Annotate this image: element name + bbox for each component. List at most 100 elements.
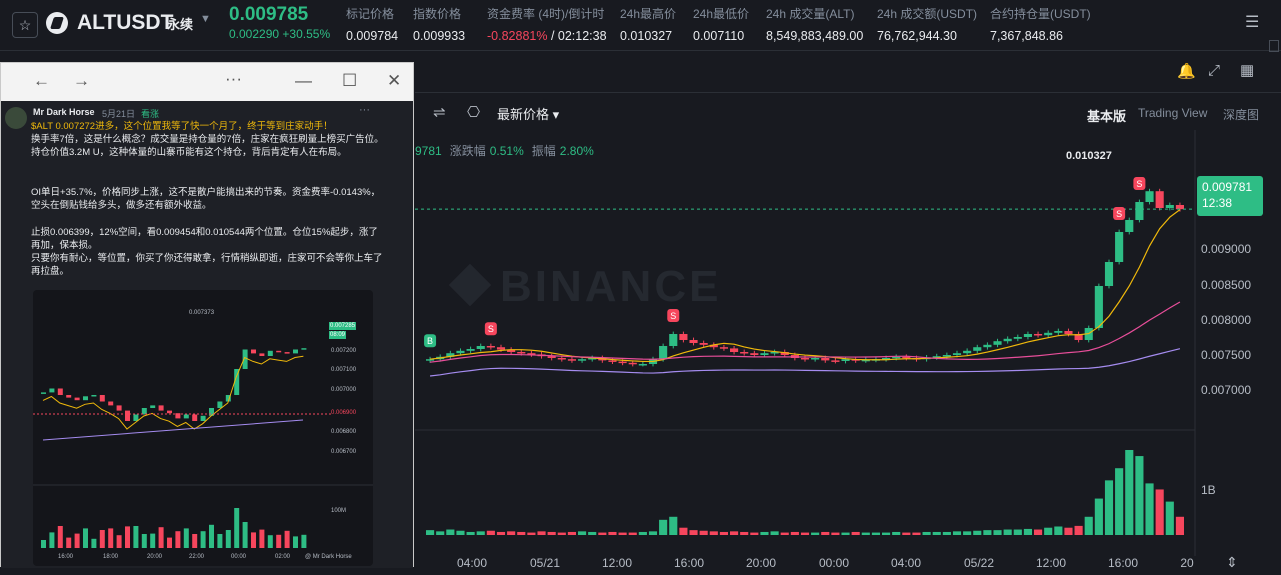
candle — [963, 350, 972, 354]
mini-volume-bar — [209, 524, 214, 548]
volume-bar — [648, 531, 658, 535]
volume-bar — [851, 531, 860, 535]
mini-volume-bar — [259, 529, 265, 548]
candle — [496, 347, 506, 350]
candle — [750, 353, 759, 355]
indicator-icon[interactable]: ⇌ — [433, 103, 446, 121]
candle — [669, 334, 678, 346]
post-more-icon[interactable]: ··· — [359, 104, 370, 116]
sell-marker-text: S — [1116, 209, 1122, 219]
minimize-icon[interactable]: — — [295, 71, 312, 91]
volume-bar — [659, 519, 668, 535]
mini-credit: @ Mr Dark Horse — [305, 554, 352, 560]
volume-bar — [912, 532, 921, 535]
panel-handle[interactable] — [1269, 40, 1279, 52]
candle — [557, 358, 566, 360]
maximize-icon[interactable]: ☐ — [342, 71, 357, 91]
post-date: 5月21日 — [102, 109, 136, 119]
volume-bar — [1115, 468, 1124, 535]
volume-bar — [892, 531, 901, 535]
candle — [892, 356, 901, 359]
candle — [902, 356, 911, 359]
mini-volume-bar — [276, 534, 282, 548]
mini-candle — [158, 405, 164, 411]
menu-icon[interactable]: ☰ — [1245, 12, 1259, 32]
tab-basic[interactable]: 基本版 — [1087, 106, 1126, 125]
mini-candle — [150, 405, 156, 408]
candle — [476, 346, 485, 349]
mini-candle — [183, 414, 189, 419]
mini-y: 0.007200 — [331, 348, 357, 354]
avatar[interactable] — [5, 107, 27, 129]
volume-bar — [1165, 501, 1174, 535]
price-chart[interactable]: B S S S S — [415, 130, 1281, 556]
stat-open-interest[interactable]: 合约持仓量(USDT) 7,367,848.86 — [990, 5, 1091, 43]
x-tick: 04:00 — [890, 556, 922, 570]
volume-bar — [507, 531, 516, 535]
close-icon[interactable]: ✕ — [387, 71, 401, 91]
stat-24h-volume: 24h 成交量(ALT) 8,549,883,489.00 — [766, 7, 864, 43]
mini-y: 0.007100 — [331, 367, 357, 373]
mini-volume-bar — [158, 527, 164, 548]
stat-24h-low: 24h最低价 0.007110 — [693, 7, 750, 43]
fullscreen-icon[interactable]: ⤢ — [1208, 62, 1220, 79]
volume-bar — [436, 531, 445, 535]
settings-icon[interactable]: ⎔ — [467, 103, 480, 121]
x-tick: 16:00 — [673, 556, 705, 570]
symbol-name[interactable]: ALTUSDT — [77, 11, 173, 35]
back-icon[interactable]: ← — [33, 71, 50, 91]
candle — [1023, 334, 1032, 337]
mini-volume-bar — [192, 534, 198, 548]
candle — [618, 361, 627, 364]
mini-ma-line — [42, 355, 304, 430]
layout-icon[interactable]: ▦ — [1240, 61, 1254, 79]
candle — [740, 352, 749, 354]
mini-volume-bar — [175, 531, 181, 548]
stat-funding-rate[interactable]: 资金费率 (4时)/倒计时 -0.82881% / 02:12:38 — [487, 5, 607, 43]
volume-bar — [1064, 527, 1073, 535]
candle — [1003, 338, 1012, 342]
x-tick: 05/22 — [963, 556, 995, 570]
axis-scale-icon[interactable]: ⇕ — [1226, 554, 1238, 571]
tab-depth[interactable]: 深度图 — [1223, 106, 1259, 123]
mini-volume-bar — [41, 540, 46, 548]
contract-type[interactable]: 永续 — [167, 14, 193, 33]
x-tick: 16:00 — [1107, 556, 1139, 570]
mini-volume-bar — [141, 534, 147, 548]
volume-bar — [760, 531, 769, 535]
volume-bar — [527, 532, 536, 535]
bell-icon[interactable]: 🔔 — [1177, 62, 1196, 80]
candle — [1165, 205, 1174, 208]
mini-volume-bar — [200, 531, 206, 548]
volume-bar — [750, 532, 759, 535]
mini-volume-bar — [150, 533, 156, 548]
post-line: OI单日+35.7%，价格同步上涨，这不是散户能搞出来的节奏。资金费率-0.01… — [31, 187, 381, 211]
mini-candle — [192, 414, 198, 421]
mini-x: 20:00 — [147, 554, 163, 560]
volume-bar — [821, 531, 830, 535]
volume-bar — [476, 531, 485, 535]
mini-x: 02:00 — [275, 554, 291, 560]
candle — [608, 360, 617, 362]
post-author[interactable]: Mr Dark Horse — [33, 107, 95, 117]
x-tick: 20:00 — [745, 556, 777, 570]
price-type-select[interactable]: 最新价格 ▾ — [497, 104, 559, 123]
stat-index-price[interactable]: 指数价格 0.009933 — [413, 5, 465, 43]
price-change: 0.002290 +30.55% — [229, 27, 331, 41]
y-tick: 0.007500 — [1201, 348, 1252, 362]
tab-tradingview[interactable]: Trading View — [1138, 106, 1207, 120]
volume-bar — [902, 532, 911, 535]
post-chart-image[interactable]: 0.007373 0.007285 08:09 0.007200 0.00710… — [33, 290, 373, 566]
volume-axis-label: 1B — [1201, 483, 1216, 497]
more-icon[interactable]: ··· — [225, 69, 242, 89]
mini-candle — [83, 396, 88, 401]
mini-volume-bar — [301, 534, 307, 548]
forward-icon[interactable]: → — [73, 71, 90, 91]
volume-bar — [517, 531, 526, 535]
chevron-down-icon[interactable]: ▼ — [200, 13, 211, 25]
favorite-star-icon[interactable]: ☆ — [12, 12, 38, 38]
mini-x: 16:00 — [58, 554, 74, 560]
x-tick: 12:00 — [601, 556, 633, 570]
mini-volume-bar — [74, 533, 80, 548]
y-tick: 0.008000 — [1201, 313, 1252, 327]
